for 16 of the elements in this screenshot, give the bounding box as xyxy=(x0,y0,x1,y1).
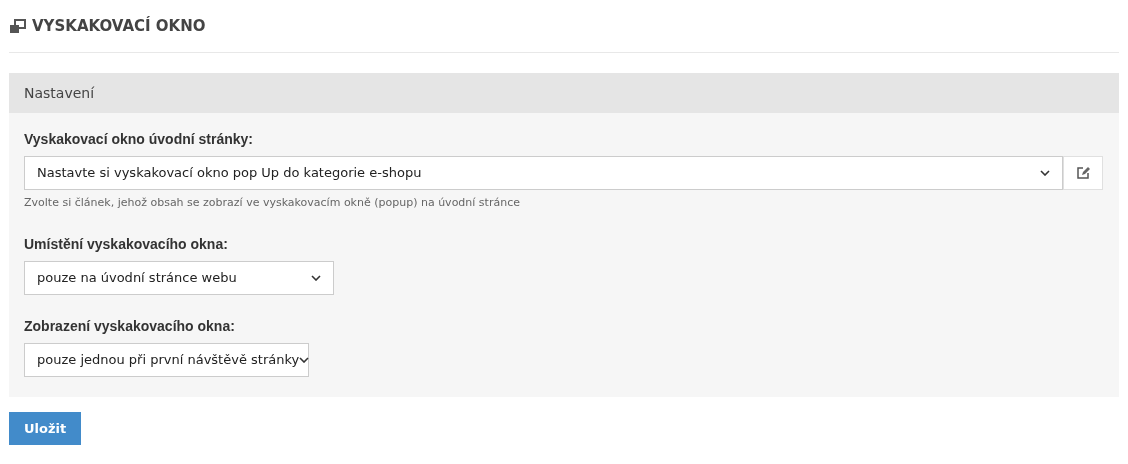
panel-title: Nastavení xyxy=(24,83,95,103)
field-label: Vyskakovací okno úvodní stránky: xyxy=(24,130,254,149)
chevron-down-icon xyxy=(299,356,310,363)
dropdown[interactable]: Nastavte si vyskakovací okno pop Up do kategorie e-shopu xyxy=(24,156,1063,190)
save-button[interactable]: Uložit xyxy=(9,412,82,445)
windows-icon xyxy=(9,18,26,34)
dropdown[interactable]: pouze jednou při první návštěvě stránky xyxy=(24,342,309,377)
edit-icon xyxy=(1076,166,1090,180)
field-label: Zobrazení vyskakovacího okna: xyxy=(24,316,236,336)
field-label: Umístění vyskakovacího okna: xyxy=(24,234,229,254)
help-text: Zvolte si článek, jehož obsah se zobrazí ve vyskakovacím okně (popup) na úvodní stránce xyxy=(24,195,521,211)
chevron-down-icon xyxy=(1040,170,1050,176)
dropdown[interactable]: pouze na úvodní stránce webu xyxy=(24,260,334,295)
edit-button[interactable] xyxy=(1063,156,1103,190)
page-title: VYSKAKOVACÍ OKNO xyxy=(32,15,206,37)
chevron-down-icon xyxy=(311,274,321,281)
